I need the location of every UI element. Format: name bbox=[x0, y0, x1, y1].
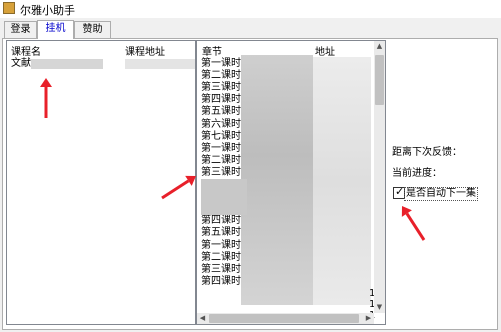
redacted-chapter-rows bbox=[201, 179, 247, 215]
chapter-horizontal-scrollbar[interactable]: ◀ ▶ bbox=[197, 313, 374, 324]
chapter-row[interactable]: 第四课时 bbox=[201, 215, 241, 227]
title-bar: 尔雅小助手 bbox=[0, 0, 501, 18]
chapter-vertical-scrollbar[interactable]: ▲ ▼ bbox=[374, 41, 385, 313]
chapter-row[interactable]: 第三课时 bbox=[201, 82, 241, 94]
chapter-list[interactable]: 章节 地址 第一课时 第二课时 第三课时 第四课时 第五课时 第六课时 第七课时 第一课时 第二… bbox=[196, 40, 386, 325]
tab-login[interactable]: 登录 bbox=[4, 21, 37, 38]
course-row[interactable]: 文献 bbox=[11, 58, 31, 70]
chapter-row[interactable]: 第一课时 bbox=[201, 143, 241, 155]
redacted-course-name bbox=[31, 59, 103, 69]
column-chapter[interactable]: 章节 bbox=[202, 43, 222, 58]
scroll-up-arrow-icon[interactable]: ▲ bbox=[374, 41, 385, 52]
chapter-row[interactable]: 第四课时 bbox=[201, 94, 241, 106]
column-course-address[interactable]: 课程地址 bbox=[125, 43, 165, 58]
column-chapter-address[interactable]: 地址 bbox=[315, 43, 335, 58]
chapter-row[interactable]: 第七课时 bbox=[201, 131, 241, 143]
chapter-row[interactable]: 第二课时 bbox=[201, 70, 241, 82]
app-icon bbox=[3, 2, 15, 14]
scroll-left-arrow-icon[interactable]: ◀ bbox=[197, 313, 208, 324]
scroll-down-arrow-icon[interactable]: ▼ bbox=[374, 302, 385, 313]
next-feedback-label: 距离下次反馈： bbox=[392, 147, 462, 158]
redacted-course-address bbox=[125, 59, 195, 69]
chapter-row[interactable]: 第四课时 bbox=[201, 276, 241, 288]
redacted-address-column bbox=[313, 57, 371, 305]
chapter-row[interactable]: 第五课时 bbox=[201, 227, 241, 239]
tab-hangup[interactable]: 挂机 bbox=[37, 20, 74, 39]
chapter-row[interactable]: 第五课时 bbox=[201, 106, 241, 118]
tab-sponsor[interactable]: 赞助 bbox=[74, 21, 111, 38]
window-title: 尔雅小助手 bbox=[20, 4, 75, 17]
check-mark-icon: ✓ bbox=[395, 185, 405, 198]
course-name-cell: 文献 bbox=[11, 58, 31, 69]
chapter-row[interactable]: 第三课时 bbox=[201, 167, 241, 179]
chapter-row[interactable]: 第一课时 bbox=[201, 58, 241, 70]
scrollbar-thumb[interactable] bbox=[375, 55, 384, 105]
progress-label: 当前进度： bbox=[392, 168, 442, 179]
scroll-right-arrow-icon[interactable]: ▶ bbox=[363, 313, 374, 324]
column-course-name[interactable]: 课程名 bbox=[11, 43, 41, 58]
horizontal-scrollbar-thumb[interactable] bbox=[209, 314, 359, 323]
chapter-row[interactable]: 第六课时 bbox=[201, 119, 241, 131]
chapter-row[interactable]: 第一课时 bbox=[201, 240, 241, 252]
course-list[interactable]: 课程名 课程地址 文献 bbox=[6, 40, 196, 325]
chapter-row[interactable]: 第三课时 bbox=[201, 264, 241, 276]
auto-next-label[interactable]: 是否自动下一集 bbox=[404, 187, 478, 201]
chapter-row[interactable]: 第二课时 bbox=[201, 155, 241, 167]
redacted-chapter-column bbox=[241, 55, 313, 305]
chapter-row[interactable]: 第二课时 bbox=[201, 252, 241, 264]
